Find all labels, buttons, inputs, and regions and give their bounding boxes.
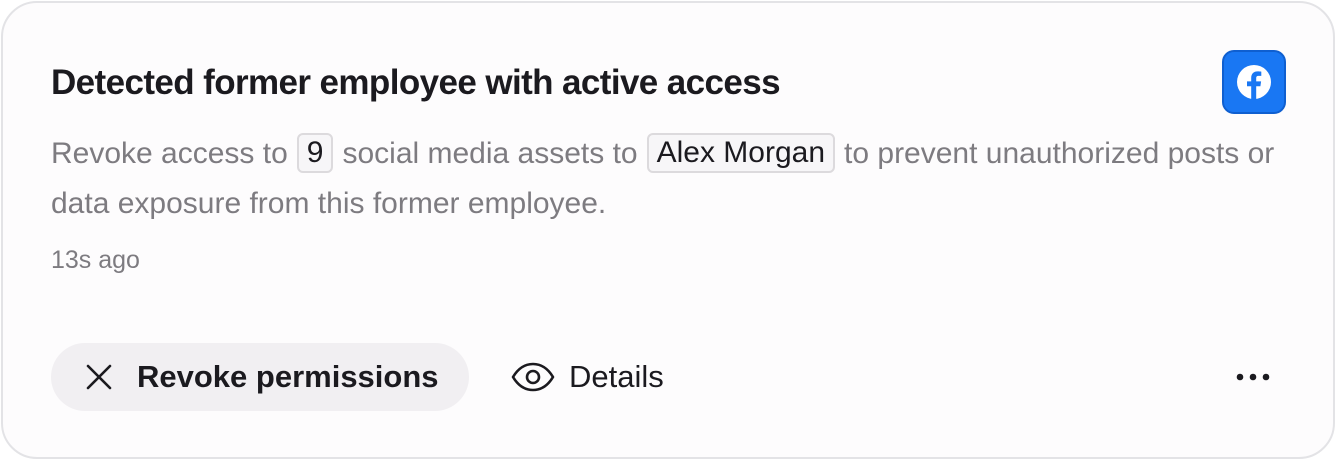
close-icon — [86, 364, 112, 390]
revoke-permissions-label: Revoke permissions — [137, 359, 439, 394]
details-label: Details — [569, 359, 664, 394]
description-text-2: social media assets to — [342, 137, 638, 170]
more-options-button[interactable] — [1229, 353, 1277, 401]
alert-title: Detected former employee with active acc… — [51, 63, 781, 102]
alert-timestamp: 13s ago — [51, 246, 140, 274]
user-name-chip: Alex Morgan — [646, 133, 836, 173]
alert-card: Detected former employee with active acc… — [1, 1, 1335, 459]
more-horizontal-icon — [1236, 373, 1270, 381]
alert-description: Revoke access to 9 social media assets to A… — [51, 129, 1281, 229]
asset-count-chip: 9 — [296, 133, 334, 173]
facebook-logo-glyph — [1237, 65, 1271, 100]
revoke-permissions-button[interactable]: Revoke permissions — [51, 343, 469, 411]
eye-icon — [511, 362, 555, 392]
details-button[interactable]: Details — [511, 343, 664, 411]
description-text-1: Revoke access to — [51, 137, 288, 170]
facebook-icon — [1222, 50, 1286, 114]
